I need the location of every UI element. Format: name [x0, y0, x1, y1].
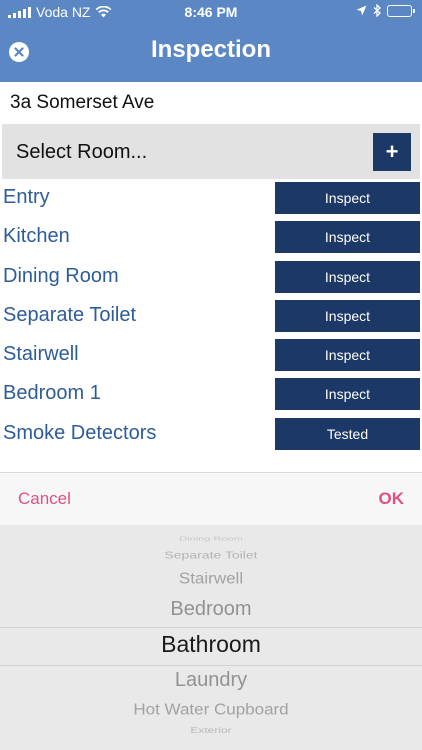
room-list: Entry Inspect Kitchen Inspect Dining Roo…	[0, 180, 422, 455]
room-row: Stairwell Inspect	[0, 337, 422, 376]
inspect-button[interactable]: Inspect	[275, 221, 420, 254]
room-name[interactable]: Bedroom 1	[3, 382, 101, 405]
bluetooth-icon	[373, 4, 381, 17]
add-room-button[interactable]: +	[373, 133, 411, 171]
room-row: Kitchen Inspect	[0, 219, 422, 258]
inspect-button[interactable]: Inspect	[275, 299, 420, 332]
inspect-button[interactable]: Inspect	[275, 260, 420, 293]
picker-option[interactable]: Dining Room	[0, 536, 422, 542]
room-row: Dining Room Inspect	[0, 259, 422, 298]
room-name[interactable]: Separate Toilet	[3, 304, 136, 327]
picker-toolbar: Cancel OK	[0, 472, 422, 525]
picker-option[interactable]: Stairwell	[0, 570, 422, 588]
room-picker-wheel[interactable]: Dining Room Separate Toilet Stairwell Be…	[0, 525, 422, 750]
room-row: Entry Inspect	[0, 180, 422, 219]
room-name[interactable]: Dining Room	[3, 265, 119, 288]
page-title: Inspection	[150, 36, 271, 63]
status-right	[356, 4, 415, 17]
picker-selection-top-line	[0, 627, 422, 628]
inspect-button[interactable]: Inspect	[275, 339, 420, 372]
picker-selection-bottom-line	[0, 665, 422, 666]
status-bar: Voda NZ 8:46 PM	[0, 0, 422, 24]
picker-option-selected[interactable]: Bathroom	[0, 631, 422, 658]
picker-option[interactable]: Bedroom	[0, 598, 422, 621]
room-name[interactable]: Kitchen	[3, 225, 70, 248]
select-room-label[interactable]: Select Room...	[16, 141, 147, 164]
battery-icon	[387, 4, 415, 17]
picker-option[interactable]: Hot Water Cupboard	[0, 701, 422, 719]
picker-option[interactable]: Laundry	[0, 669, 422, 692]
location-arrow-icon	[356, 5, 367, 16]
room-name[interactable]: Stairwell	[3, 343, 79, 366]
picker-option[interactable]: Separate Toilet	[0, 549, 422, 561]
select-room-bar[interactable]: Select Room... +	[2, 124, 420, 179]
header-bar: Voda NZ 8:46 PM Inspection	[0, 0, 422, 82]
ok-button[interactable]: OK	[379, 489, 405, 509]
property-address: 3a Somerset Ave	[10, 92, 155, 113]
picker-option[interactable]: Exterior	[0, 725, 422, 735]
room-name[interactable]: Smoke Detectors	[3, 422, 156, 445]
room-row: Bedroom 1 Inspect	[0, 376, 422, 415]
inspect-button[interactable]: Inspect	[275, 182, 420, 214]
tested-button[interactable]: Tested	[275, 417, 420, 450]
cancel-button[interactable]: Cancel	[18, 489, 71, 509]
room-row: Separate Toilet Inspect	[0, 298, 422, 337]
room-row: Smoke Detectors Tested	[0, 416, 422, 455]
room-name[interactable]: Entry	[3, 186, 50, 209]
inspect-button[interactable]: Inspect	[275, 378, 420, 411]
